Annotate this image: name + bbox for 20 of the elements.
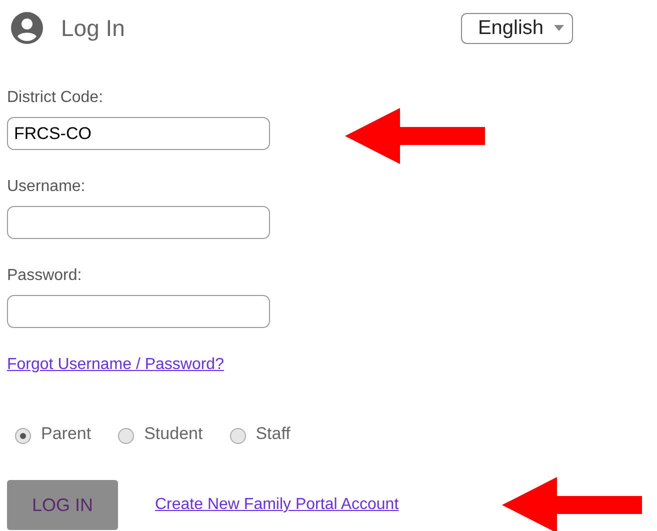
radio-button[interactable]: [230, 428, 246, 444]
radio-label: Parent: [41, 424, 92, 444]
field-label: District Code:: [7, 89, 104, 107]
field-label: Password:: [7, 267, 83, 285]
radio-label: Student: [144, 424, 203, 444]
radio-label: Staff: [256, 424, 290, 444]
radio-button[interactable]: [15, 428, 31, 444]
field-label: Username:: [7, 178, 86, 196]
user-icon: [11, 12, 43, 44]
radio-button[interactable]: [118, 428, 134, 444]
caret-icon: [554, 25, 564, 31]
input-field[interactable]: FRCS-CO: [7, 117, 270, 150]
arrow-icon: [345, 108, 485, 164]
create-account-link[interactable]: Create New Family Portal Account: [155, 496, 399, 514]
input-field[interactable]: [7, 295, 270, 328]
language-select[interactable]: English: [460, 12, 573, 44]
page-title: Log In: [61, 14, 125, 42]
arrow-icon: [502, 477, 642, 531]
forgot-password-link[interactable]: Forgot Username / Password?: [7, 356, 224, 374]
input-field[interactable]: [7, 206, 270, 239]
